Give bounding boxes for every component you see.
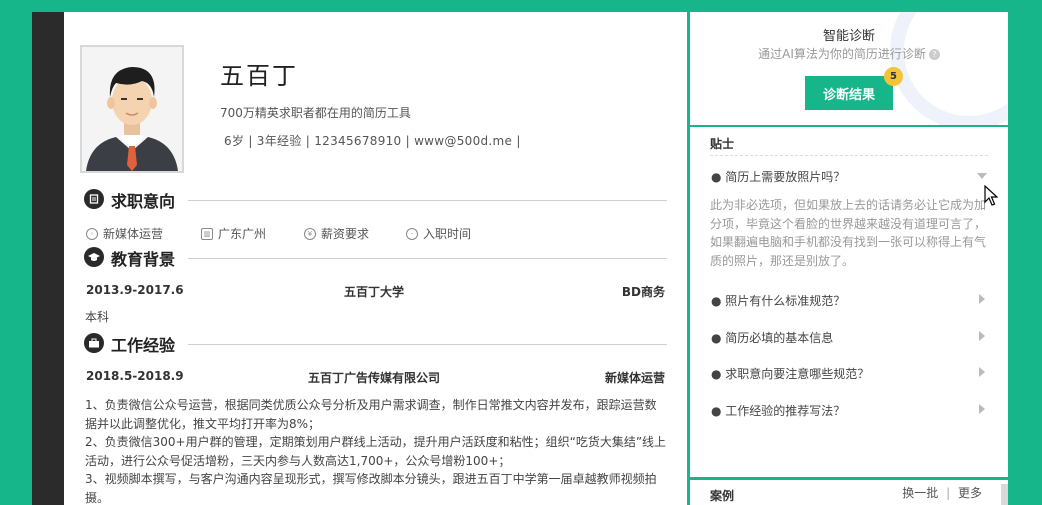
work-period[interactable]: 2018.5-2018.9 bbox=[86, 369, 184, 383]
work-line-1: 1、负责微信公众号运营，根据同类优质公众号分析及用户需求调查，制作日常推文内容并… bbox=[85, 398, 657, 431]
work-description[interactable]: 1、负责微信公众号运营，根据同类优质公众号分析及用户需求调查，制作日常推文内容并… bbox=[85, 396, 668, 505]
clock-icon: · bbox=[406, 227, 418, 240]
resume-page: 五百丁 700万精英求职者都在用的简历工具 6岁 | 3年经验 | 123456… bbox=[64, 12, 687, 505]
tip-answer-photo: 此为非必选项，但如果放上去的话请务必让它成为加分项，毕竟这个看脸的世界越来越没有… bbox=[710, 198, 987, 268]
building-icon: ▥ bbox=[201, 227, 213, 240]
tip-item-label: ● 简历上需要放照片吗？ bbox=[711, 170, 846, 184]
section-divider bbox=[188, 258, 667, 259]
intent-position-text: 新媒体运营 bbox=[103, 227, 164, 241]
tips-divider bbox=[710, 155, 988, 156]
chevron-right-icon bbox=[979, 404, 985, 414]
intent-city-text: 广东广州 bbox=[218, 227, 267, 241]
link-separator: | bbox=[946, 486, 951, 500]
section-work-title: 工作经验 bbox=[111, 336, 176, 355]
section-intent-title: 求职意向 bbox=[111, 192, 176, 211]
diagnosis-subtitle-text: 通过AI算法为你的简历进行诊断 bbox=[758, 47, 926, 61]
chevron-right-icon bbox=[979, 367, 985, 377]
mouse-pointer-icon bbox=[984, 185, 998, 206]
section-intent-header[interactable]: 求职意向 bbox=[84, 188, 667, 212]
tip-item-label: ● 照片有什么标准规范？ bbox=[711, 294, 846, 308]
smart-diagnosis-panel: 智能诊断 通过AI算法为你的简历进行诊断? 诊断结果 5 bbox=[690, 12, 1008, 125]
section-work-header[interactable]: 工作经验 bbox=[84, 332, 667, 356]
intent-start[interactable]: · 入职时间 bbox=[406, 225, 471, 242]
cases-heading: 案例 bbox=[710, 489, 735, 503]
chevron-right-icon bbox=[979, 331, 985, 341]
swap-batch-link[interactable]: 换一批 bbox=[902, 486, 938, 500]
chevron-right-icon bbox=[979, 294, 985, 304]
education-degree[interactable]: 本科 bbox=[85, 308, 668, 327]
tip-item-photo-standard[interactable]: ● 照片有什么标准规范？ bbox=[711, 292, 989, 309]
tip-item-intent-rules[interactable]: ● 求职意向要注意哪些规范？ bbox=[711, 365, 989, 382]
intent-position[interactable]: ◦ 新媒体运营 bbox=[86, 225, 163, 242]
work-role[interactable]: 新媒体运营 bbox=[605, 369, 665, 386]
graduation-cap-icon bbox=[84, 247, 104, 267]
tips-heading: 贴士 bbox=[710, 137, 735, 151]
work-company[interactable]: 五百丁广告传媒有限公司 bbox=[308, 369, 440, 386]
coin-icon: ¥ bbox=[304, 227, 316, 240]
section-education-header[interactable]: 教育背景 bbox=[84, 246, 667, 270]
tip-item-work-writing[interactable]: ● 工作经验的推荐写法？ bbox=[711, 402, 989, 419]
education-school[interactable]: 五百丁大学 bbox=[344, 283, 404, 300]
diagnosis-count-badge: 5 bbox=[884, 67, 903, 86]
resume-basic-info[interactable]: 6岁 | 3年经验 | 12345678910 | www@500d.me | bbox=[224, 132, 521, 149]
education-period[interactable]: 2013.9-2017.6 bbox=[86, 283, 184, 297]
tips-panel: 贴士 ● 简历上需要放照片吗？ 此为非必选项，但如果放上去的话请务必让它成为加分… bbox=[690, 127, 1008, 477]
tip-item-label: ● 简历必填的基本信息 bbox=[711, 331, 834, 345]
resume-tagline[interactable]: 700万精英求职者都在用的简历工具 bbox=[220, 104, 411, 121]
tip-item-label: ● 求职意向要注意哪些规范？ bbox=[711, 367, 870, 381]
intent-start-text: 入职时间 bbox=[423, 227, 472, 241]
cases-panel: 案例 换一批 | 更多 bbox=[690, 480, 1008, 505]
education-major[interactable]: BD商务 bbox=[622, 283, 665, 300]
diagnosis-result-button[interactable]: 诊断结果 bbox=[805, 76, 893, 110]
scrollbar[interactable] bbox=[1001, 484, 1008, 505]
chevron-down-icon bbox=[977, 173, 987, 179]
resume-name[interactable]: 五百丁 bbox=[220, 56, 298, 91]
tip-item-basic-info[interactable]: ● 简历必填的基本信息 bbox=[711, 329, 989, 346]
tip-item-photo[interactable]: ● 简历上需要放照片吗？ bbox=[711, 168, 989, 185]
diagnosis-title: 智能诊断 bbox=[822, 29, 875, 44]
avatar[interactable] bbox=[80, 45, 184, 173]
intent-salary[interactable]: ¥ 薪资要求 bbox=[304, 225, 369, 242]
tip-item-label: ● 工作经验的推荐写法？ bbox=[711, 404, 846, 418]
section-education-title: 教育背景 bbox=[111, 250, 176, 269]
help-icon[interactable]: ? bbox=[928, 49, 940, 60]
more-link[interactable]: 更多 bbox=[958, 486, 982, 500]
intent-salary-text: 薪资要求 bbox=[321, 227, 370, 241]
document-icon bbox=[84, 189, 104, 209]
work-line-3: 3、视频脚本撰写，与客户沟通内容呈现形式，撰写修改脚本分镜头，跟进五百丁中学第一… bbox=[85, 472, 657, 505]
work-line-2: 2、负责微信300+用户群的管理，定期策划用户群线上活动，提升用户活跃度和粘性；… bbox=[85, 435, 667, 468]
section-divider bbox=[188, 200, 667, 201]
position-icon: ◦ bbox=[86, 227, 98, 240]
avatar-illustration bbox=[82, 47, 182, 171]
diagnosis-subtitle: 通过AI算法为你的简历进行诊断? bbox=[690, 45, 1008, 62]
briefcase-icon bbox=[84, 333, 104, 353]
section-divider bbox=[188, 344, 667, 345]
resume-left-strip bbox=[32, 12, 64, 505]
intent-city[interactable]: ▥ 广东广州 bbox=[201, 225, 266, 242]
cases-links: 换一批 | 更多 bbox=[902, 484, 982, 501]
